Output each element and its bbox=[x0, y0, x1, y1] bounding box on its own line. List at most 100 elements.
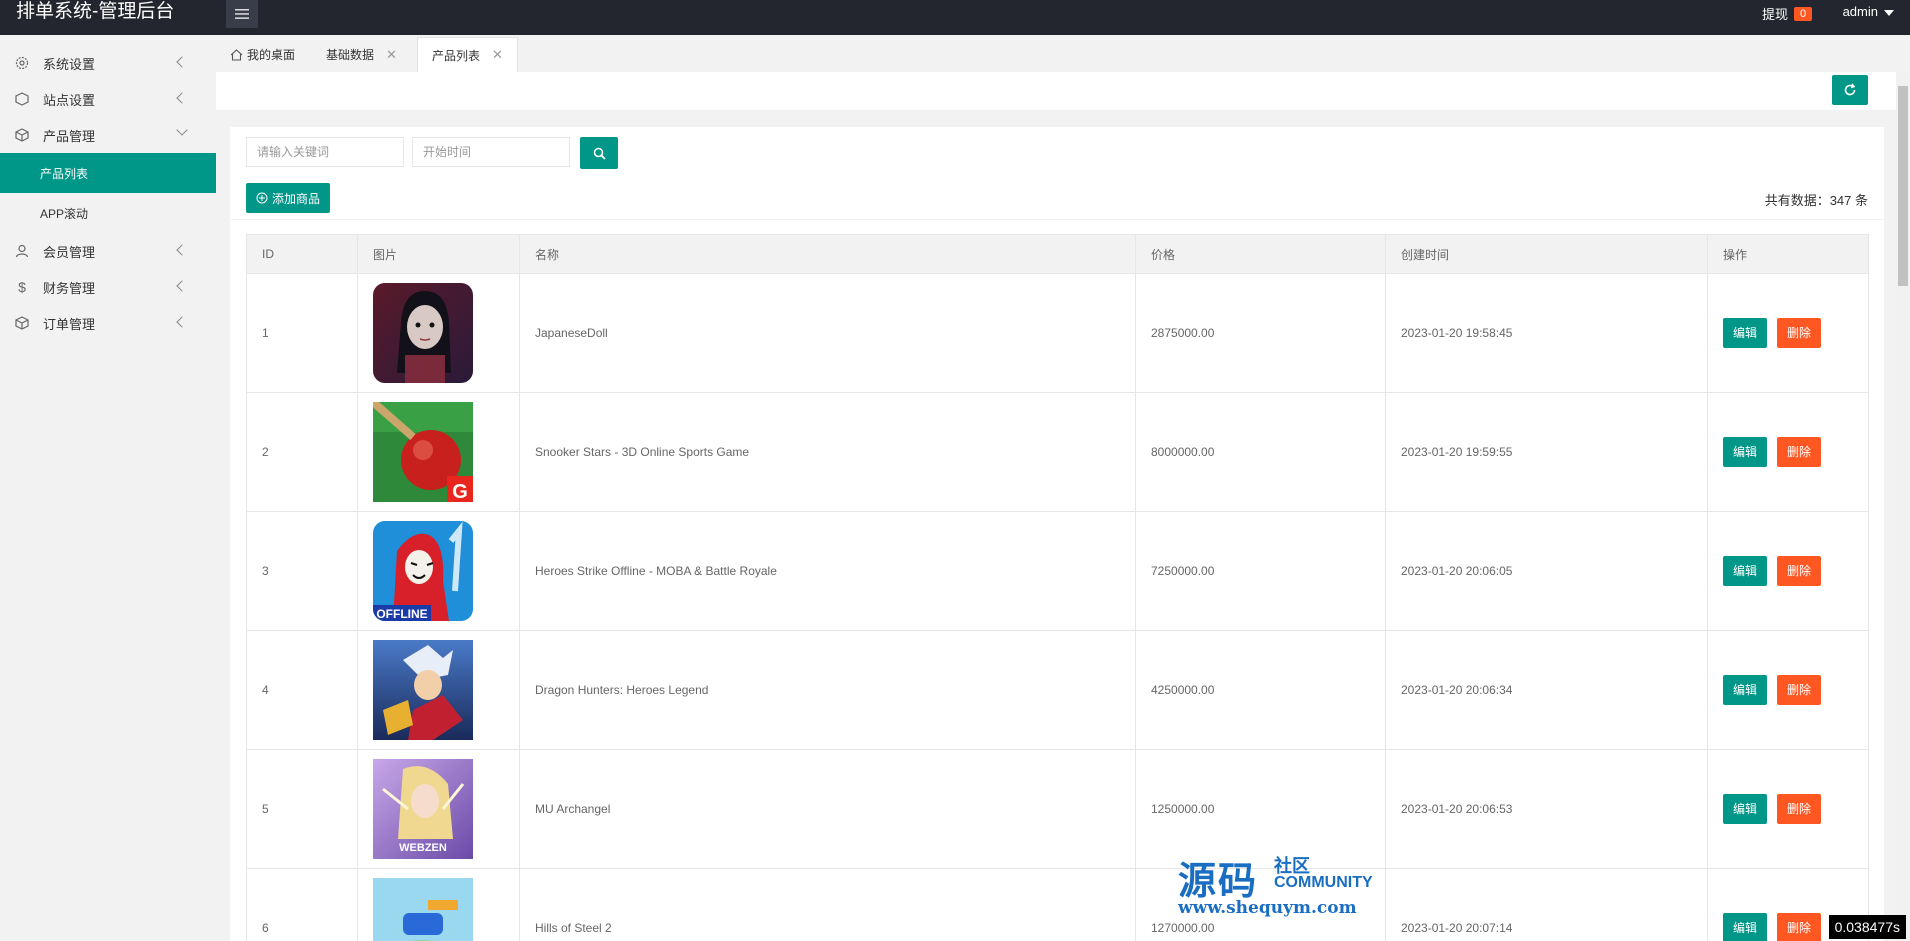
chevron-left-icon bbox=[176, 92, 188, 104]
tab-label: 基础数据 bbox=[326, 48, 375, 62]
thumb-text: OFFLINE bbox=[376, 607, 427, 621]
chevron-left-icon bbox=[176, 56, 188, 68]
product-thumbnail bbox=[373, 640, 473, 740]
product-thumbnail: G bbox=[373, 402, 473, 502]
cell-created: 2023-01-20 20:06:34 bbox=[1385, 630, 1708, 750]
add-product-label: 添加商品 bbox=[272, 191, 321, 206]
scroll-thumb[interactable] bbox=[1898, 86, 1908, 286]
start-date-input[interactable] bbox=[412, 137, 570, 167]
keyword-input[interactable] bbox=[246, 137, 404, 167]
sidebar-item-finance[interactable]: $ 财务管理 bbox=[0, 269, 216, 305]
delete-button[interactable]: 删除 bbox=[1777, 675, 1822, 705]
page-scrollbar[interactable] bbox=[1896, 72, 1910, 941]
cell-id: 3 bbox=[246, 511, 358, 631]
add-product-button[interactable]: 添加商品 bbox=[246, 183, 331, 213]
delete-button[interactable]: 删除 bbox=[1777, 318, 1822, 348]
delete-button[interactable]: 删除 bbox=[1777, 437, 1822, 467]
cell-created: 2023-01-20 20:07:14 bbox=[1385, 868, 1708, 941]
product-thumbnail bbox=[373, 878, 473, 941]
sidebar-item-member[interactable]: 会员管理 bbox=[0, 233, 216, 269]
product-thumbnail: WEBZEN bbox=[373, 759, 473, 859]
sidebar-item-label: 产品管理 bbox=[43, 128, 96, 144]
gear-icon bbox=[14, 55, 30, 71]
cell-image bbox=[357, 273, 520, 393]
edit-button[interactable]: 编辑 bbox=[1723, 437, 1768, 467]
tab-label: 我的桌面 bbox=[247, 48, 296, 62]
watermark-big: 源码 bbox=[1178, 858, 1259, 903]
divider bbox=[230, 219, 1884, 220]
cube-icon bbox=[14, 127, 30, 143]
chevron-left-icon bbox=[176, 244, 188, 256]
chevron-left-icon bbox=[176, 316, 188, 328]
product-thumbnail bbox=[373, 283, 473, 383]
edit-button[interactable]: 编辑 bbox=[1723, 675, 1768, 705]
menu-toggle-button[interactable] bbox=[226, 0, 258, 28]
cell-id: 5 bbox=[246, 749, 358, 869]
sidebar-subitem-label: 产品列表 bbox=[40, 166, 89, 181]
chevron-down-icon bbox=[176, 124, 188, 136]
edit-button[interactable]: 编辑 bbox=[1723, 794, 1768, 824]
sidebar: 系统设置 站点设置 产品管理 产品列表 APP滚动 会员管理 $ 财务管理 订单… bbox=[0, 35, 216, 941]
sidebar-item-label: 系统设置 bbox=[43, 56, 96, 72]
cell-image bbox=[357, 868, 520, 941]
table-row: 6 Hills of Steel 2 1270000.00 2023-01-20… bbox=[246, 868, 1869, 941]
sidebar-item-label: 财务管理 bbox=[43, 280, 96, 296]
sidebar-item-site[interactable]: 站点设置 bbox=[0, 81, 216, 117]
caret-down-icon bbox=[1884, 9, 1894, 16]
watermark-url: www.shequym.com bbox=[1178, 898, 1357, 918]
sidebar-subitem-product-list[interactable]: 产品列表 bbox=[0, 153, 216, 193]
close-icon[interactable]: ✕ bbox=[492, 47, 503, 63]
sidebar-item-system[interactable]: 系统设置 bbox=[0, 45, 216, 81]
app-title: 排单系统-管理后台 bbox=[16, 1, 175, 22]
hamburger-icon bbox=[235, 9, 249, 19]
cell-actions: 编辑 删除 bbox=[1707, 749, 1869, 869]
column-header-id: ID bbox=[246, 234, 358, 274]
chevron-left-icon bbox=[176, 280, 188, 292]
sidebar-item-label: 会员管理 bbox=[43, 244, 96, 260]
thumb-text: WEBZEN bbox=[399, 842, 447, 854]
cell-id: 1 bbox=[246, 273, 358, 393]
close-icon[interactable]: ✕ bbox=[386, 47, 397, 63]
tab-label: 产品列表 bbox=[432, 48, 481, 63]
sidebar-subitem-label: APP滚动 bbox=[40, 206, 89, 221]
cell-image: WEBZEN bbox=[357, 749, 520, 869]
cell-name: Snooker Stars - 3D Online Sports Game bbox=[519, 392, 1136, 512]
sidebar-subitem-app-scroll[interactable]: APP滚动 bbox=[0, 193, 216, 233]
cell-created: 2023-01-20 20:06:05 bbox=[1385, 511, 1708, 631]
edit-button[interactable]: 编辑 bbox=[1723, 556, 1768, 586]
column-header-image: 图片 bbox=[357, 234, 520, 274]
product-list-card: 添加商品 共有数据：347 条 ID 图片 名称 价格 创建时间 操作 1 bbox=[230, 127, 1884, 941]
cell-id: 4 bbox=[246, 630, 358, 750]
delete-button[interactable]: 删除 bbox=[1777, 556, 1822, 586]
cell-name: Heroes Strike Offline - MOBA & Battle Ro… bbox=[519, 511, 1136, 631]
delete-button[interactable]: 删除 bbox=[1777, 913, 1822, 941]
username: admin bbox=[1842, 4, 1878, 19]
cell-image bbox=[357, 630, 520, 750]
tab-basic-data[interactable]: 基础数据 ✕ bbox=[312, 37, 411, 72]
cell-actions: 编辑 删除 bbox=[1707, 511, 1869, 631]
cell-price: 8000000.00 bbox=[1135, 392, 1386, 512]
thumb-letter: G bbox=[452, 481, 468, 502]
delete-button[interactable]: 删除 bbox=[1777, 794, 1822, 824]
search-icon bbox=[593, 147, 606, 160]
product-thumbnail: OFFLINE bbox=[373, 521, 473, 621]
cell-actions: 编辑 删除 bbox=[1707, 273, 1869, 393]
home-icon bbox=[230, 48, 243, 61]
top-header: 排单系统-管理后台 提现 0 admin bbox=[0, 0, 1910, 35]
table-row: 5 WEBZEN MU Archangel 1250000.00 2023-01… bbox=[246, 749, 1869, 869]
edit-button[interactable]: 编辑 bbox=[1723, 318, 1768, 348]
sidebar-item-order[interactable]: 订单管理 bbox=[0, 305, 216, 341]
tab-product-list[interactable]: 产品列表 ✕ bbox=[417, 37, 518, 72]
page-toolstrip bbox=[216, 72, 1896, 110]
tab-desktop[interactable]: 我的桌面 bbox=[216, 37, 309, 72]
product-table: ID 图片 名称 价格 创建时间 操作 1 JapaneseDoll 28750… bbox=[246, 234, 1869, 941]
user-menu[interactable]: admin bbox=[1843, 4, 1894, 19]
timer-overlay: 0.038477s bbox=[1828, 915, 1906, 939]
search-form bbox=[246, 137, 618, 169]
sidebar-item-product[interactable]: 产品管理 bbox=[0, 117, 216, 153]
cell-created: 2023-01-20 19:58:45 bbox=[1385, 273, 1708, 393]
withdraw-link[interactable]: 提现 0 bbox=[1762, 4, 1812, 23]
search-button[interactable] bbox=[580, 137, 618, 169]
refresh-button[interactable] bbox=[1832, 75, 1868, 105]
edit-button[interactable]: 编辑 bbox=[1723, 913, 1768, 941]
